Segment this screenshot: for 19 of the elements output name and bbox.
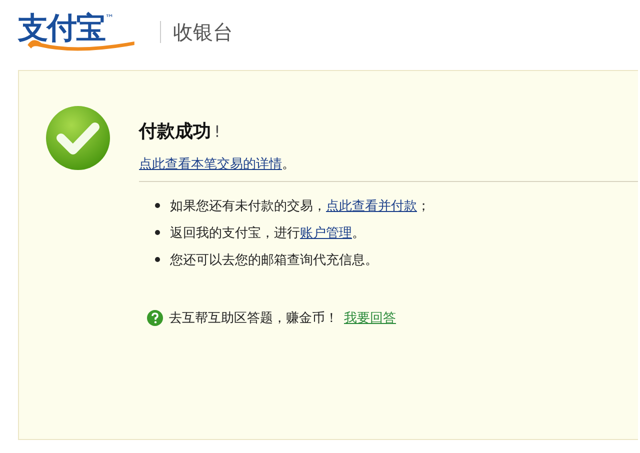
period: 。: [282, 157, 295, 172]
logo-text: 支付宝: [18, 12, 105, 46]
note-text: 如果您还有未付款的交易，点此查看并付款；: [170, 198, 430, 214]
bullet-icon: [155, 230, 160, 235]
help-icon: [147, 310, 163, 326]
details-link[interactable]: 点此查看本笔交易的详情: [139, 157, 282, 172]
note-text: 返回我的支付宝，进行账户管理。: [170, 224, 365, 242]
bullet-icon: [155, 257, 160, 262]
page-title: 收银台: [173, 18, 233, 46]
note-link[interactable]: 账户管理: [300, 226, 352, 240]
answer-link[interactable]: 我要回答: [344, 311, 396, 326]
trademark: ™: [105, 14, 114, 24]
bullet-icon: [155, 203, 160, 208]
exclamation: !: [214, 122, 220, 141]
note-text: 您还可以去您的邮箱查询代充信息。: [170, 252, 378, 268]
check-icon: [45, 105, 111, 171]
help-text: 去互帮互助区答题，赚金币！ 我要回答: [169, 310, 396, 327]
note-link[interactable]: 点此查看并付款: [326, 198, 417, 214]
success-title: 付款成功: [139, 120, 211, 143]
